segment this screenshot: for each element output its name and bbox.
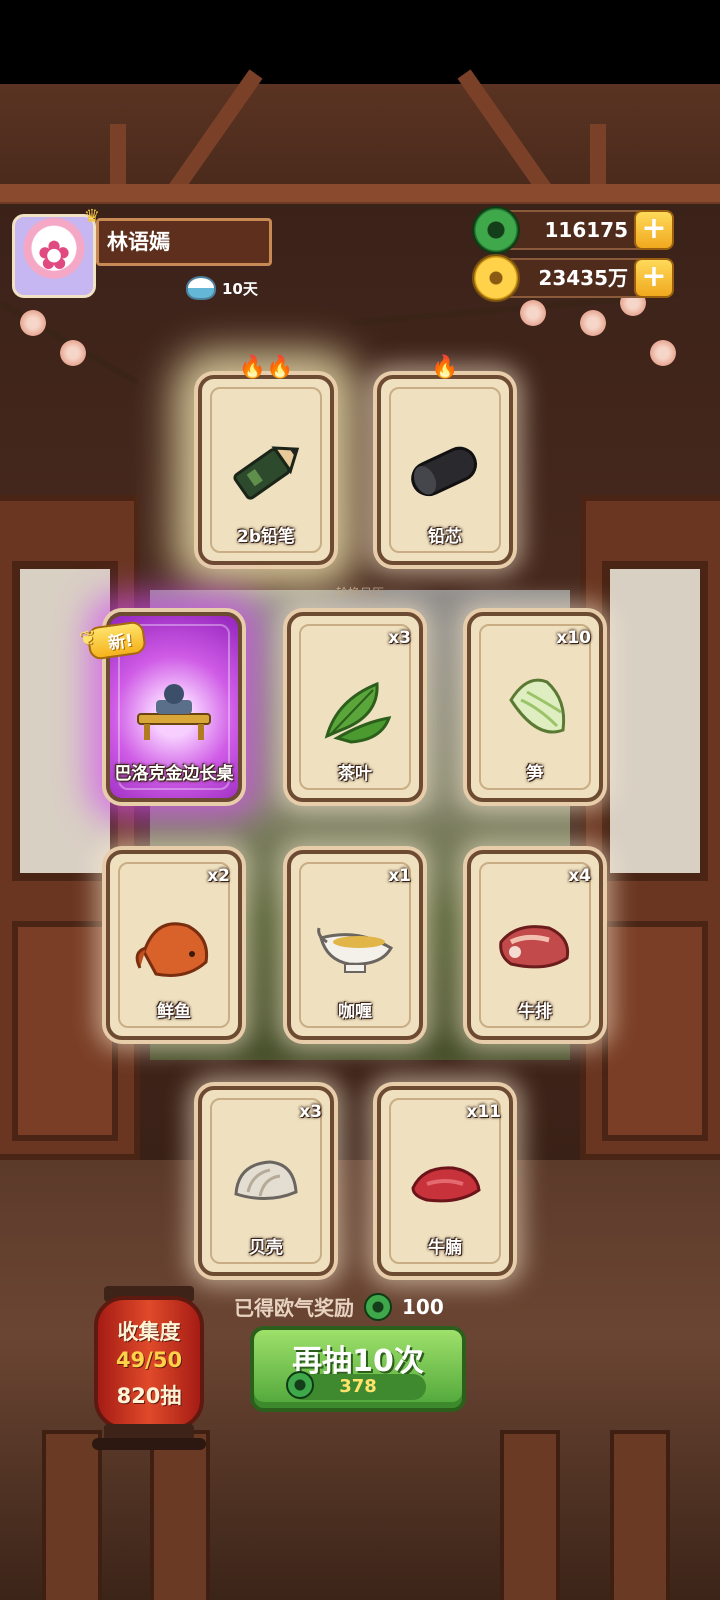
flame-icon: 🔥🔥 <box>238 355 294 380</box>
blossom-icon <box>580 310 606 336</box>
reward-card-clam[interactable]: x3 贝壳 <box>198 1086 334 1276</box>
item-count: x11 <box>466 1102 501 1122</box>
reward-card-beef-brisket[interactable]: x11 牛腩 <box>377 1086 513 1276</box>
item-count: x3 <box>388 628 411 648</box>
lantern-stand <box>92 1438 206 1450</box>
item-count: x10 <box>556 628 591 648</box>
reward-card-pencil-lead[interactable]: 🔥 铅芯 <box>377 355 513 565</box>
clam-icon <box>202 1134 330 1230</box>
beef-brisket-icon <box>381 1134 509 1230</box>
gold-coin-icon <box>472 254 520 302</box>
flame-icon: 🔥 <box>431 355 459 380</box>
item-count: x3 <box>299 1102 322 1122</box>
fish-icon <box>110 898 238 994</box>
blossom-icon <box>650 340 676 366</box>
redraw-cost: 378 <box>286 1371 426 1400</box>
bamboo-shoot-icon <box>471 660 599 756</box>
jade-amount: 116175 <box>544 218 629 242</box>
pencil-icon <box>202 423 330 519</box>
draw-10-again-button[interactable]: 再抽10次 378 <box>250 1326 466 1412</box>
cloud-plant-icon <box>186 276 216 300</box>
login-days: 10天 <box>186 276 258 300</box>
baroque-table-icon <box>110 660 238 756</box>
card-name: 2b铅笔 <box>237 527 295 547</box>
reward-label: 已得欧气奖励 <box>234 1296 354 1320</box>
cost-value: 378 <box>339 1376 377 1397</box>
card-name: 巴洛克金边长桌 <box>114 764 234 784</box>
player-name: 林语嫣 <box>96 218 272 266</box>
reward-card-steak[interactable]: x4 牛排 <box>467 850 603 1040</box>
reward-card-baroque-table[interactable]: ❦ 新! 巴洛克金边长桌 <box>78 612 242 802</box>
reward-card-fish[interactable]: x2 鲜鱼 <box>106 850 242 1040</box>
card-name: 鲜鱼 <box>157 1002 191 1022</box>
coin-amount: 23435万 <box>538 266 628 290</box>
add-coins-button[interactable]: + <box>634 258 674 298</box>
jade-coin-icon <box>472 206 520 254</box>
status-bar <box>0 0 720 84</box>
luck-reward: 已得欧气奖励 100 <box>234 1292 444 1321</box>
reward-card-bamboo-shoot[interactable]: x10 笋 <box>467 612 603 802</box>
left-lattice-door <box>0 495 140 1160</box>
coin-currency: 23435万 + <box>472 254 674 302</box>
pencil-lead-icon <box>381 423 509 519</box>
reward-card-pencil[interactable]: 🔥🔥 2b铅笔 <box>198 355 334 565</box>
jade-currency: 116175 + <box>472 206 674 254</box>
steak-icon <box>471 898 599 994</box>
curry-gravy-boat-icon <box>291 898 419 994</box>
card-name: 贝壳 <box>249 1238 283 1258</box>
card-name: 牛腩 <box>428 1238 462 1258</box>
card-name: 笋 <box>526 764 544 784</box>
draw-count: 820抽 <box>116 1384 182 1408</box>
collection-title: 收集度 <box>117 1320 181 1344</box>
right-lattice-door <box>580 495 720 1160</box>
blossom-icon <box>20 310 46 336</box>
butterfly-icon: ❦ <box>77 624 98 652</box>
item-count: x2 <box>207 866 230 886</box>
blossom-icon <box>60 340 86 366</box>
item-count: x1 <box>388 866 411 886</box>
reward-card-tea-leaf[interactable]: x3 茶叶 <box>287 612 423 802</box>
bunny-avatar-icon: ✿ <box>37 233 71 279</box>
blossom-icon <box>520 300 546 326</box>
player-avatar[interactable]: ✿ ♛ <box>10 206 100 300</box>
item-count: x4 <box>568 866 591 886</box>
card-name: 铅芯 <box>428 527 462 547</box>
reward-card-curry[interactable]: x1 咖喱 <box>287 850 423 1040</box>
card-name: 咖喱 <box>338 1002 372 1022</box>
roof-beams <box>0 69 720 204</box>
collection-progress: 49/50 <box>115 1348 183 1372</box>
reward-value: 100 <box>402 1294 444 1319</box>
card-name: 牛排 <box>518 1002 552 1022</box>
collection-progress-lantern[interactable]: 收集度 49/50 820抽 <box>94 1296 204 1430</box>
card-name: 茶叶 <box>338 764 372 784</box>
days-text: 10天 <box>222 279 258 298</box>
jade-coin-icon <box>364 1292 392 1321</box>
tea-leaf-icon <box>291 660 419 756</box>
add-jade-button[interactable]: + <box>634 210 674 250</box>
new-badge-label: 新 <box>107 631 127 655</box>
